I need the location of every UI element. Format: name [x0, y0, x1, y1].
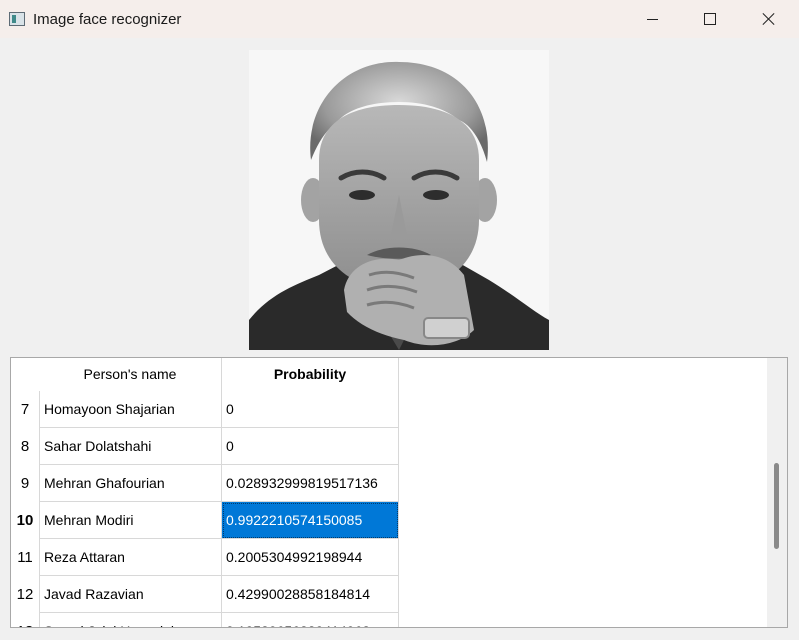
name-cell[interactable]: Mehran Ghafourian [39, 465, 222, 502]
table-row-selected[interactable]: 10 Mehran Modiri 0.9922210574150085 [11, 502, 399, 539]
row-number: 11 [17, 549, 33, 566]
probability-cell[interactable]: 0.42990028858184814 [222, 576, 399, 613]
table-corner [11, 358, 39, 391]
maximize-button[interactable] [681, 0, 739, 38]
row-number: 13 [11, 613, 39, 627]
face-photo [249, 50, 549, 350]
probability-cell[interactable]: 0 [222, 391, 399, 428]
row-number: 12 [16, 586, 34, 603]
close-button[interactable] [740, 0, 798, 38]
name-cell[interactable]: Javad Razavian [39, 576, 222, 613]
table-row[interactable]: 8 Sahar Dolatshahi 0 [11, 428, 399, 465]
table-row[interactable]: 12 Javad Razavian 0.42990028858184814 [11, 576, 399, 613]
results-table[interactable]: Person's name Probability 7 Homayoon Sha… [10, 357, 788, 628]
close-icon [762, 12, 776, 26]
window-title: Image face recognizer [33, 11, 182, 28]
portrait-image [249, 50, 549, 350]
probability-cell-selected[interactable]: 0.9922210574150085 [222, 502, 399, 539]
table-row[interactable]: 11 Reza Attaran 0.2005304992198944 [11, 539, 399, 576]
probability-cell[interactable]: 0 [222, 428, 399, 465]
scrollbar-thumb[interactable] [774, 463, 779, 549]
probability-cell[interactable]: 0.2005304992198944 [222, 539, 399, 576]
row-number: 10 [16, 512, 34, 529]
name-cell[interactable]: Sahar Dolatshahi [39, 428, 222, 465]
probability-cell[interactable]: 0.10529656380414963 [222, 613, 399, 627]
app-window-icon [9, 12, 25, 26]
column-header-probability[interactable]: Probability [222, 358, 399, 391]
table-row[interactable]: 7 Homayoon Shajarian 0 [11, 391, 399, 428]
table-row[interactable]: 13 Seyed Jalal Hosseini 0.10529656380414… [11, 613, 399, 627]
name-cell[interactable]: Reza Attaran [39, 539, 222, 576]
row-number: 9 [20, 475, 30, 492]
name-cell[interactable]: Seyed Jalal Hosseini [39, 613, 222, 627]
table-rows: 7 Homayoon Shajarian 0 8 Sahar Dolatshah… [11, 391, 399, 627]
name-cell[interactable]: Homayoon Shajarian [39, 391, 222, 428]
vertical-scrollbar[interactable] [767, 358, 787, 627]
row-number: 8 [20, 438, 30, 455]
minimize-icon [646, 18, 658, 20]
probability-cell[interactable]: 0.028932999819517136 [222, 465, 399, 502]
column-header-name[interactable]: Person's name [39, 358, 222, 391]
minimize-button[interactable] [623, 0, 681, 38]
row-number: 7 [20, 401, 30, 418]
name-cell[interactable]: Mehran Modiri [39, 502, 222, 539]
table-row[interactable]: 9 Mehran Ghafourian 0.028932999819517136 [11, 465, 399, 502]
title-bar: Image face recognizer [0, 0, 799, 38]
maximize-icon [704, 13, 716, 25]
